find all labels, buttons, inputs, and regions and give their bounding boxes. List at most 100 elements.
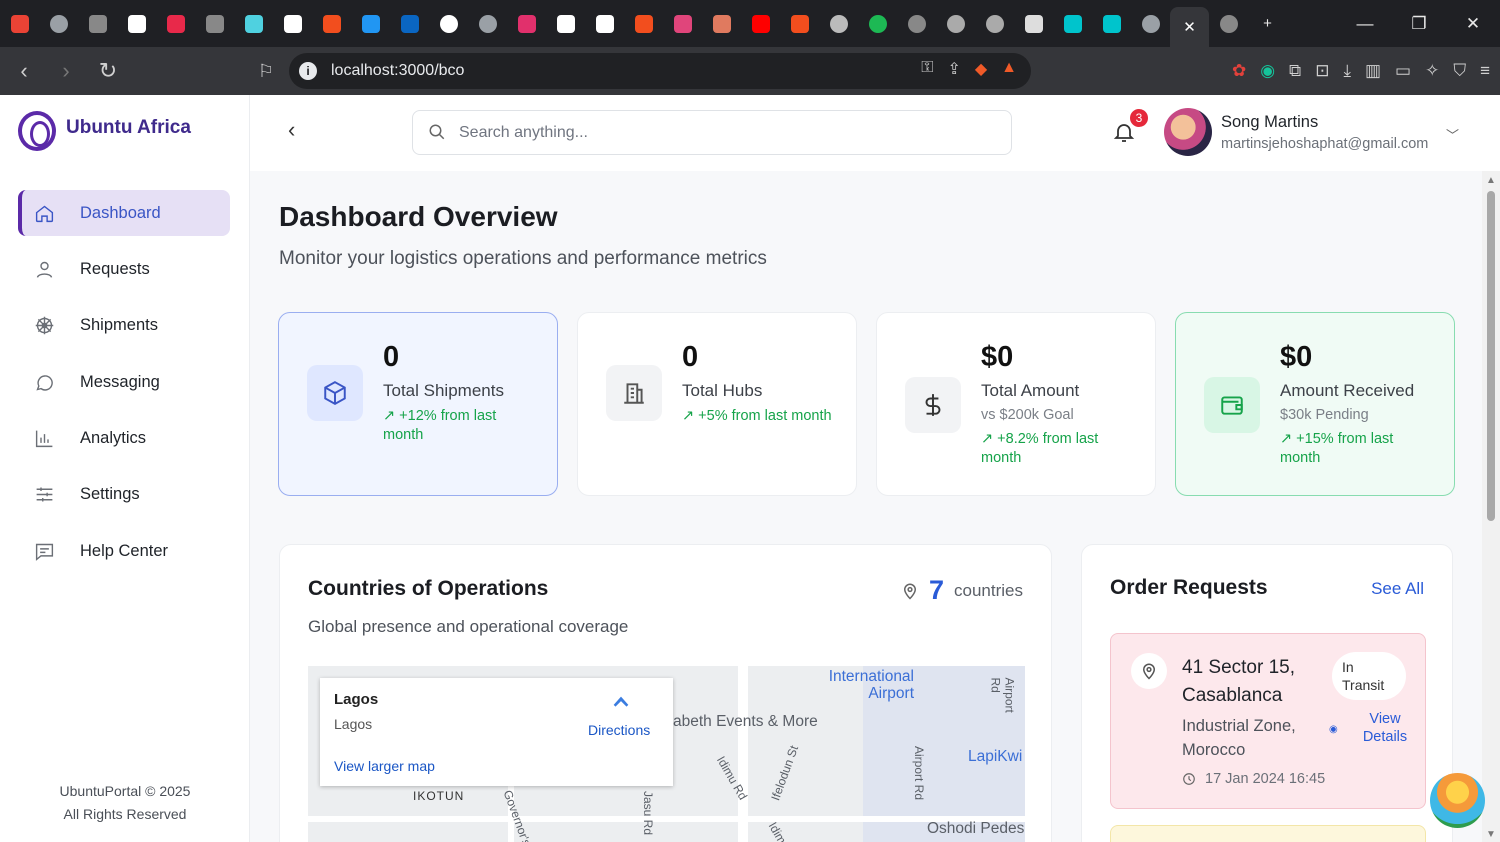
collapse-back-icon[interactable]: ‹ — [288, 117, 295, 143]
bookmark-icon[interactable]: ⚐ — [248, 53, 284, 89]
tab-canva-icon[interactable] — [1092, 0, 1131, 47]
scrollbar-thumb[interactable] — [1487, 191, 1495, 521]
tab-vuetify-icon[interactable] — [351, 0, 390, 47]
tab-ai-icon[interactable] — [78, 0, 117, 47]
stat-card-total-shipments[interactable]: 0 Total Shipments ↗ +12% from last month — [278, 312, 558, 496]
page-scrollbar[interactable]: ▲ ▼ — [1482, 171, 1500, 842]
restore-icon[interactable]: ❐ — [1392, 0, 1446, 47]
tab-close-icon[interactable]: ✕ — [1170, 7, 1209, 47]
chevron-down-icon[interactable]: ﹀ — [1446, 125, 1459, 144]
compass-icon — [829, 14, 848, 33]
extensions-icon[interactable]: ⧉ — [1289, 61, 1301, 81]
bar-chart-icon — [34, 428, 55, 449]
leo-icon[interactable]: ✧ — [1425, 61, 1439, 81]
scroll-down-icon[interactable]: ▼ — [1486, 829, 1496, 840]
new-tab-icon[interactable]: + — [1248, 0, 1287, 47]
order-card[interactable] — [1110, 825, 1426, 842]
tab-loading-icon[interactable] — [1209, 0, 1248, 47]
tab-openai-icon[interactable] — [429, 0, 468, 47]
tab-github-icon[interactable] — [117, 0, 156, 47]
minimize-icon[interactable]: — — [1338, 0, 1392, 47]
share-icon[interactable]: ⇪ — [947, 59, 960, 79]
tab-globe-icon[interactable] — [39, 0, 78, 47]
spotify-icon — [868, 14, 887, 33]
stat-label: Total Hubs — [682, 381, 763, 400]
sidebar-item-settings[interactable]: Settings — [18, 472, 230, 518]
wallet-icon[interactable]: ▭ — [1395, 61, 1411, 81]
tab-figma-icon[interactable] — [312, 0, 351, 47]
tab-notion-icon[interactable] — [546, 0, 585, 47]
close-window-icon[interactable]: ✕ — [1446, 0, 1500, 47]
tab-photo-icon[interactable] — [1014, 0, 1053, 47]
tab-claude-icon[interactable] — [702, 0, 741, 47]
site-info-icon[interactable]: i — [299, 62, 317, 80]
menu-icon[interactable]: ≡ — [1480, 61, 1490, 81]
view-details-link[interactable]: ◉ View Details — [1329, 710, 1415, 746]
tab-app-icon[interactable] — [156, 0, 195, 47]
brand-logo[interactable]: Ubuntu Africa — [18, 111, 191, 151]
swirl-icon — [673, 14, 692, 33]
figma-icon — [322, 14, 341, 33]
tab-gemini-icon[interactable] — [975, 0, 1014, 47]
key-icon[interactable]: ⚿ — [921, 59, 933, 79]
tab-spotify-icon[interactable] — [858, 0, 897, 47]
sidebar-item-label: Requests — [80, 259, 150, 278]
map-pin-icon — [903, 583, 916, 600]
tab-figma-icon[interactable] — [780, 0, 819, 47]
tab-youtube-icon[interactable] — [741, 0, 780, 47]
view-larger-map-link[interactable]: View larger map — [334, 758, 435, 774]
tab-globe-icon[interactable] — [468, 0, 507, 47]
directions-link[interactable]: Directions — [588, 722, 650, 738]
directions-icon[interactable] — [610, 692, 632, 714]
browser-tab-bar: ✕ + — ❐ ✕ — [0, 0, 1500, 47]
order-card[interactable]: 41 Sector 15, Casablanca Industrial Zone… — [1110, 633, 1426, 809]
stat-card-total-hubs[interactable]: 0 Total Hubs ↗ +5% from last month — [577, 312, 857, 496]
download-icon[interactable]: ⤓ — [1343, 61, 1351, 81]
see-all-link[interactable]: See All — [1371, 579, 1424, 599]
loading-icon — [907, 14, 926, 33]
tab-gmail-icon[interactable] — [0, 0, 39, 47]
avatar[interactable] — [1164, 108, 1212, 156]
tab-gemini-icon[interactable] — [936, 0, 975, 47]
sidebar-item-requests[interactable]: Requests — [18, 246, 230, 292]
stat-card-total-amount[interactable]: $0 Total Amount vs $200k Goal ↗ +8.2% fr… — [876, 312, 1156, 496]
grammarly-icon[interactable]: ◉ — [1260, 61, 1275, 81]
tab-figma-icon[interactable] — [624, 0, 663, 47]
sidebar-item-help-center[interactable]: Help Center — [18, 528, 230, 574]
stat-label: Amount Received — [1280, 381, 1415, 400]
sidebar-icon[interactable]: ▥ — [1365, 61, 1381, 81]
reload-icon[interactable]: ↻ — [90, 53, 126, 89]
tab-globe-icon[interactable] — [1131, 0, 1170, 47]
sidebar-item-analytics[interactable]: Analytics — [18, 416, 230, 462]
extension-red-icon[interactable]: ✿ — [1232, 61, 1246, 81]
tab-chatgpt-icon[interactable] — [195, 0, 234, 47]
url-bar[interactable]: i localhost:3000/bco ⚿ ⇪ ◆ ▲ — [289, 53, 1031, 89]
tab-vercel-icon[interactable] — [585, 0, 624, 47]
stat-card-amount-received[interactable]: $0 Amount Received $30k Pending ↗ +15% f… — [1175, 312, 1455, 496]
tab-canva-icon[interactable] — [1053, 0, 1092, 47]
embedded-map[interactable]: International Airport abeth Events & Mor… — [308, 666, 1025, 842]
back-icon[interactable]: ‹ — [6, 53, 42, 89]
page-title: Dashboard Overview — [279, 201, 558, 232]
tab-swirl-icon[interactable] — [663, 0, 702, 47]
sidebar-item-shipments[interactable]: Shipments — [18, 303, 230, 349]
forward-icon[interactable]: › — [48, 53, 84, 89]
search-input[interactable]: Search anything... — [412, 110, 1012, 155]
stat-value: $0 — [981, 341, 1014, 373]
screenshot-icon[interactable]: ⊡ — [1315, 61, 1329, 81]
sidebar-item-messaging[interactable]: Messaging — [18, 359, 230, 405]
tab-linkedin-icon[interactable] — [390, 0, 429, 47]
floating-assistant-button[interactable] — [1430, 773, 1485, 828]
tab-instagram-icon[interactable] — [507, 0, 546, 47]
tab-loading-icon[interactable] — [897, 0, 936, 47]
sidebar-item-label: Dashboard — [80, 203, 161, 222]
vpn-icon[interactable]: ⛉ — [1453, 61, 1466, 81]
stat-trend: ↗ +5% from last month — [682, 408, 832, 424]
sidebar-item-dashboard[interactable]: Dashboard — [18, 190, 230, 236]
tab-diamond-icon[interactable] — [234, 0, 273, 47]
brave-shield-icon[interactable]: ◆ — [975, 59, 987, 79]
brave-rewards-icon[interactable]: ▲ — [1001, 59, 1017, 79]
scroll-up-icon[interactable]: ▲ — [1486, 175, 1496, 186]
tab-x-icon[interactable] — [273, 0, 312, 47]
tab-compass-icon[interactable] — [819, 0, 858, 47]
